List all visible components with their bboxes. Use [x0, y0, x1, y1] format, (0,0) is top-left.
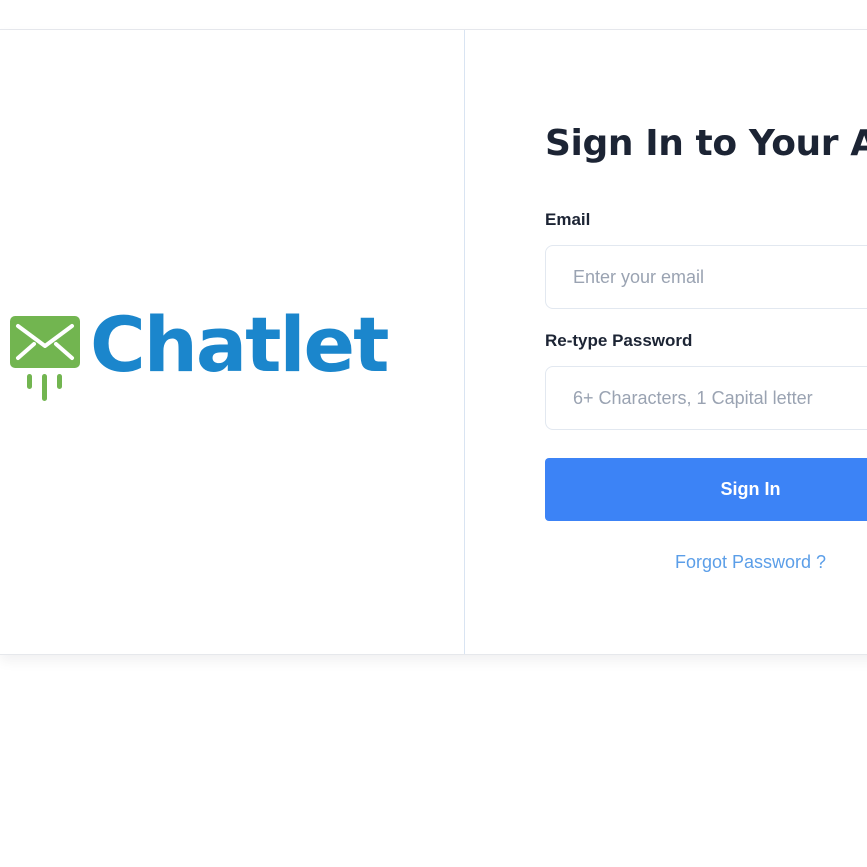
top-band: [0, 0, 867, 30]
email-label: Email: [545, 210, 591, 229]
page: Chatlet Sign In to Your Account Email Re…: [0, 0, 867, 867]
signin-panel: Sign In to Your Account Email Re-type Pa…: [465, 30, 867, 654]
page-title: Sign In to Your Account: [545, 123, 867, 164]
password-field[interactable]: [545, 366, 867, 430]
signin-card: Chatlet Sign In to Your Account Email Re…: [0, 30, 867, 655]
email-field[interactable]: [545, 245, 867, 309]
brand-name: Chatlet: [90, 300, 389, 389]
forgot-password-link[interactable]: Forgot Password ?: [545, 550, 867, 574]
chatlet-logo: Chatlet: [10, 307, 389, 406]
password-label: Re-type Password: [545, 331, 693, 350]
brand-panel: Chatlet: [0, 30, 465, 654]
sign-in-button[interactable]: Sign In: [545, 458, 867, 521]
envelope-icon: [10, 316, 80, 401]
